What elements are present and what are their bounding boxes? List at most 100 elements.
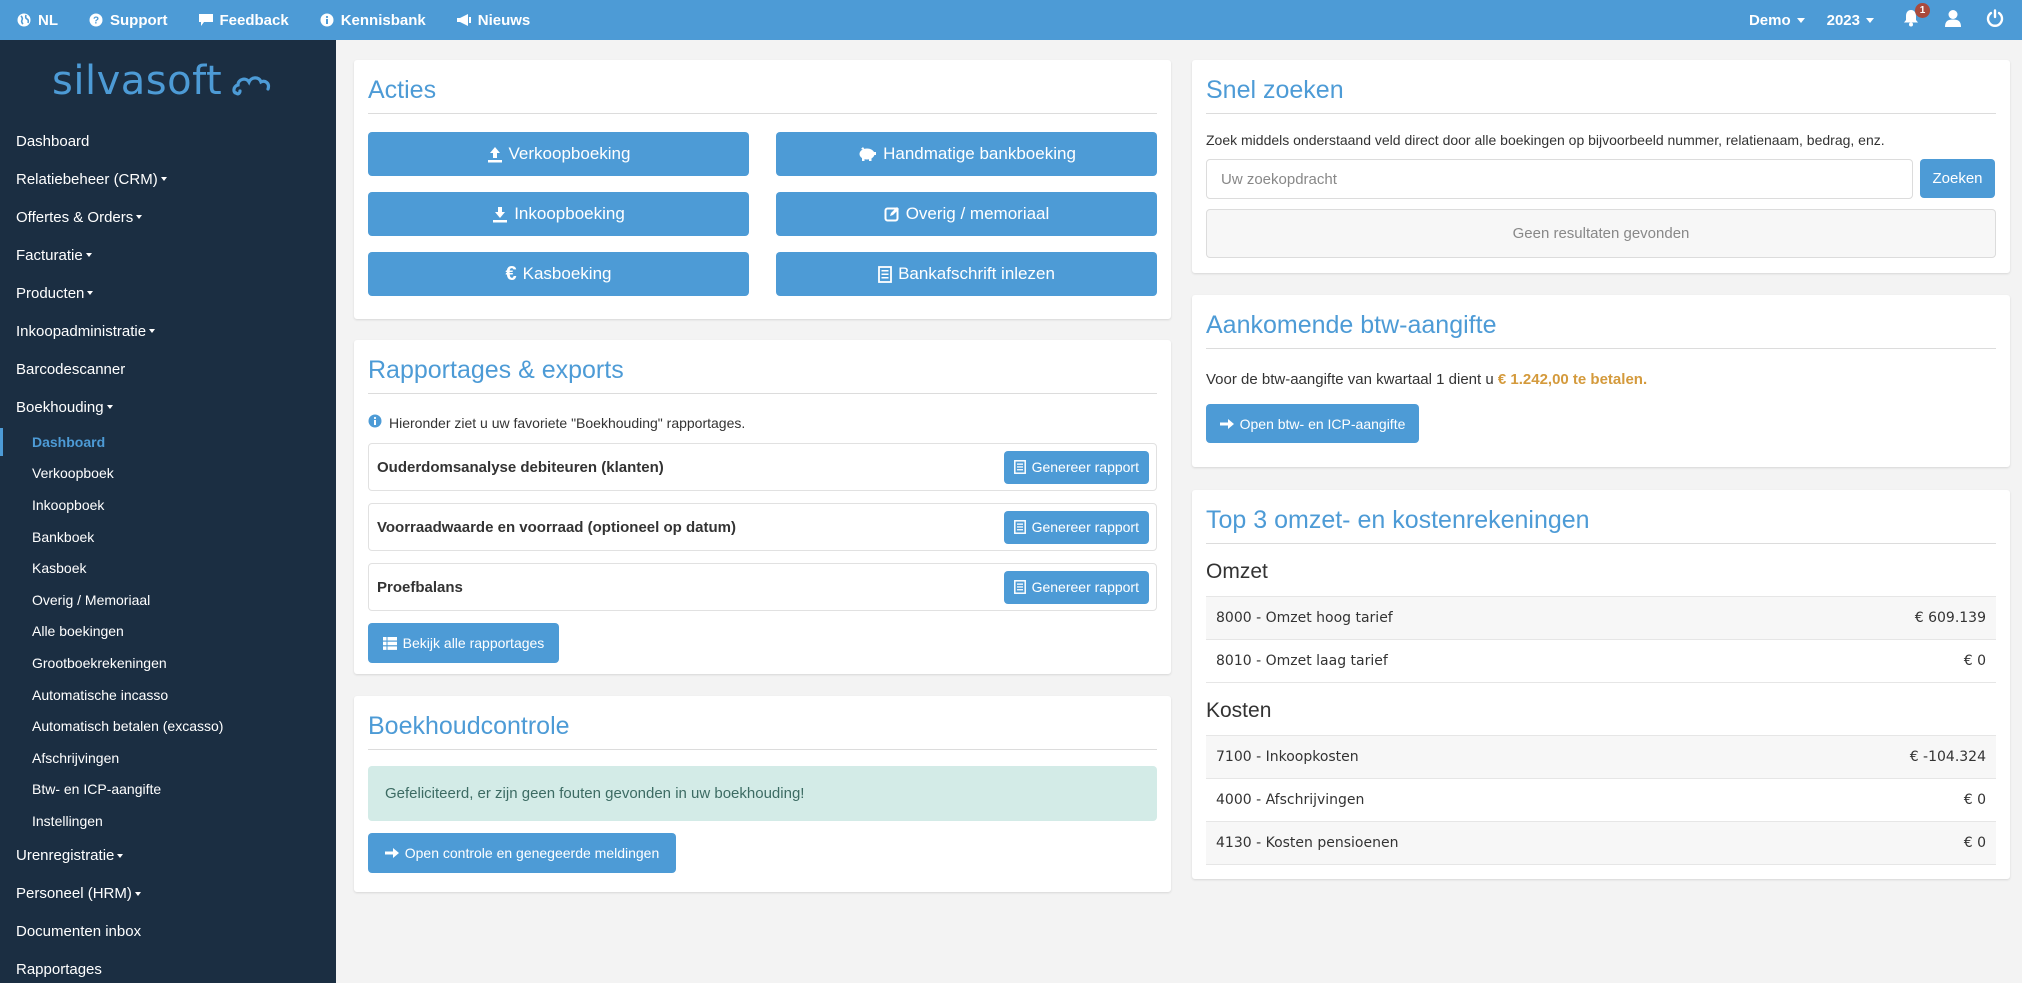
genereer-rapport-button[interactable]: Genereer rapport <box>1003 570 1149 604</box>
zoeken-button[interactable]: Zoeken <box>1920 159 1995 198</box>
open-btw-aangifte-button[interactable]: Open btw- en ICP-aangifte <box>1206 404 1419 443</box>
search-input[interactable] <box>1206 159 1913 199</box>
sidebar-item-label: Automatisch betalen (excasso) <box>32 718 224 735</box>
account-name: 4000 - Afschrijvingen <box>1216 792 1365 808</box>
year-label: 2023 <box>1826 11 1860 29</box>
sidebar-subitem-automatisch-betalen-excasso[interactable]: Automatisch betalen (excasso) <box>0 710 336 742</box>
bekijk-alle-rapportages-label: Bekijk alle rapportages <box>402 635 545 651</box>
overig-memoriaal-label: Overig / memoriaal <box>905 204 1050 223</box>
top3-panel: Top 3 omzet- en kostenrekeningen Omzet 8… <box>1192 490 2010 879</box>
bekijk-alle-rapportages-button[interactable]: Bekijk alle rapportages <box>368 623 559 663</box>
power-icon <box>1986 8 2004 32</box>
snel-zoeken-title: Snel zoeken <box>1206 60 1996 114</box>
sidebar: silvasoft Dashboard Relatiebeheer (CRM) Of… <box>0 40 336 983</box>
chevron-down-icon <box>117 853 124 858</box>
sidebar-item-relatiebeheer-crm[interactable]: Relatiebeheer (CRM) <box>0 160 336 198</box>
sidebar-item-label: Documenten inbox <box>16 923 142 941</box>
sidebar-item-label: Automatische incasso <box>32 686 169 703</box>
sidebar-item-urenregistratie[interactable]: Urenregistratie <box>0 837 336 875</box>
sidebar-subitem-btw-en-icp-aangifte[interactable]: Btw- en ICP-aangifte <box>0 774 336 806</box>
nieuws-link[interactable]: Nieuws <box>456 11 531 29</box>
sidebar-item-label: Facturatie <box>16 246 83 264</box>
table-row: 4000 - Afschrijvingen € 0 <box>1206 779 1996 822</box>
logout-button[interactable] <box>1984 8 2006 32</box>
kennisbank-link[interactable]: Kennisbank <box>319 12 426 29</box>
sidebar-subitem-inkoopboek[interactable]: Inkoopboek <box>0 489 336 521</box>
svg-text:?: ? <box>93 16 99 27</box>
piggy-bank-icon <box>857 146 877 162</box>
genereer-rapport-button[interactable]: Genereer rapport <box>1003 510 1149 544</box>
profile-button[interactable] <box>1942 9 1964 31</box>
sidebar-item-facturatie[interactable]: Facturatie <box>0 236 336 274</box>
logo[interactable]: silvasoft <box>0 40 336 122</box>
sidebar-item-offertes-orders[interactable]: Offertes & Orders <box>0 198 336 236</box>
inkoopboeking-label: Inkoopboeking <box>514 204 625 223</box>
chevron-down-icon <box>149 329 156 333</box>
report-row: Ouderdomsanalyse debiteuren (klanten) Ge… <box>368 443 1157 491</box>
sidebar-item-rapportages[interactable]: Rapportages <box>0 951 336 983</box>
sidebar-item-label: Instellingen <box>32 812 103 829</box>
report-name: Voorraadwaarde en voorraad (optioneel op… <box>377 518 736 536</box>
sidebar-item-personeel-hrm[interactable]: Personeel (HRM) <box>0 875 336 913</box>
sidebar-subitem-bankboek[interactable]: Bankboek <box>0 521 336 553</box>
sidebar-subitem-automatische-incasso[interactable]: Automatische incasso <box>0 679 336 711</box>
report-row: Voorraadwaarde en voorraad (optioneel op… <box>368 503 1157 551</box>
sidebar-item-label: Dashboard <box>32 433 106 450</box>
sidebar-item-documenten-inbox[interactable]: Documenten inbox <box>0 913 336 951</box>
arrow-right-icon <box>1219 418 1234 430</box>
overig-memoriaal-button[interactable]: Overig / memoriaal <box>776 192 1157 236</box>
sidebar-item-label: Barcodescanner <box>16 360 126 378</box>
open-controle-button[interactable]: Open controle en genegeerde meldingen <box>368 833 676 873</box>
bankafschrift-inlezen-button[interactable]: Bankafschrift inlezen <box>776 252 1157 296</box>
genereer-rapport-button[interactable]: Genereer rapport <box>1003 450 1149 484</box>
sidebar-subitem-grootboekrekeningen[interactable]: Grootboekrekeningen <box>0 647 336 679</box>
top-bar-left: NL ? Support Feedback Kennisbank Nieuws <box>0 0 544 40</box>
user-icon <box>1944 9 1962 32</box>
handmatige-bankboeking-button[interactable]: Handmatige bankboeking <box>776 132 1157 176</box>
chevron-down-icon <box>106 405 113 409</box>
chevron-down-icon <box>134 891 141 896</box>
kennisbank-label: Kennisbank <box>340 11 426 29</box>
megaphone-icon <box>456 12 472 28</box>
sidebar-subitem-alle-boekingen[interactable]: Alle boekingen <box>0 616 336 648</box>
sidebar-item-label: Boekhouding <box>16 398 104 416</box>
year-dropdown[interactable]: 2023 <box>1827 12 1874 29</box>
sidebar-subitem-afschrijvingen[interactable]: Afschrijvingen <box>0 742 336 774</box>
chevron-down-icon <box>87 291 94 295</box>
company-dropdown[interactable]: Demo <box>1749 12 1805 29</box>
acties-grid: Verkoopboeking Handmatige bankboeking In… <box>368 132 1157 296</box>
sidebar-subitem-overig-memoriaal[interactable]: Overig / Memoriaal <box>0 584 336 616</box>
sidebar-item-producten[interactable]: Producten <box>0 274 336 312</box>
account-amount: € -104.324 <box>1909 749 1986 765</box>
language-label: NL <box>38 11 58 29</box>
kasboeking-button[interactable]: € Kasboeking <box>368 252 749 296</box>
chevron-down-icon <box>160 177 167 181</box>
feedback-link[interactable]: Feedback <box>198 12 289 29</box>
sidebar-nav: Dashboard Relatiebeheer (CRM) Offertes & O… <box>0 122 336 983</box>
inkoopboeking-button[interactable]: Inkoopboeking <box>368 192 749 236</box>
sidebar-item-label: Inkoopboek <box>32 496 105 513</box>
sidebar-item-barcodescanner[interactable]: Barcodescanner <box>0 350 336 388</box>
sidebar-item-label: Inkoopadministratie <box>16 322 147 340</box>
globe-icon <box>16 12 32 28</box>
account-name: 8010 - Omzet laag tarief <box>1216 653 1388 669</box>
notifications-button[interactable]: 1 <box>1900 3 1930 31</box>
sidebar-subitem-dashboard[interactable]: Dashboard <box>0 426 336 458</box>
sidebar-subitem-kasboek[interactable]: Kasboek <box>0 552 336 584</box>
open-controle-label: Open controle en genegeerde meldingen <box>404 845 660 861</box>
nieuws-label: Nieuws <box>477 11 531 29</box>
account-amount: € 609.139 <box>1914 610 1986 626</box>
verkoopboeking-button[interactable]: Verkoopboeking <box>368 132 749 176</box>
arrow-right-icon <box>384 847 399 859</box>
support-link[interactable]: ? Support <box>88 12 168 29</box>
sidebar-item-dashboard[interactable]: Dashboard <box>0 122 336 160</box>
chevron-down-icon <box>85 253 92 257</box>
sidebar-item-label: Btw- en ICP-aangifte <box>32 781 162 798</box>
sidebar-item-boekhouding[interactable]: Boekhouding <box>0 388 336 426</box>
sidebar-subitem-instellingen[interactable]: Instellingen <box>0 805 336 837</box>
account-name: 4130 - Kosten pensioenen <box>1216 835 1399 851</box>
sidebar-subitem-verkoopboek[interactable]: Verkoopboek <box>0 458 336 490</box>
top3-title: Top 3 omzet- en kostenrekeningen <box>1206 490 1996 544</box>
language-menu[interactable]: NL <box>16 12 58 29</box>
sidebar-item-inkoopadministratie[interactable]: Inkoopadministratie <box>0 312 336 350</box>
